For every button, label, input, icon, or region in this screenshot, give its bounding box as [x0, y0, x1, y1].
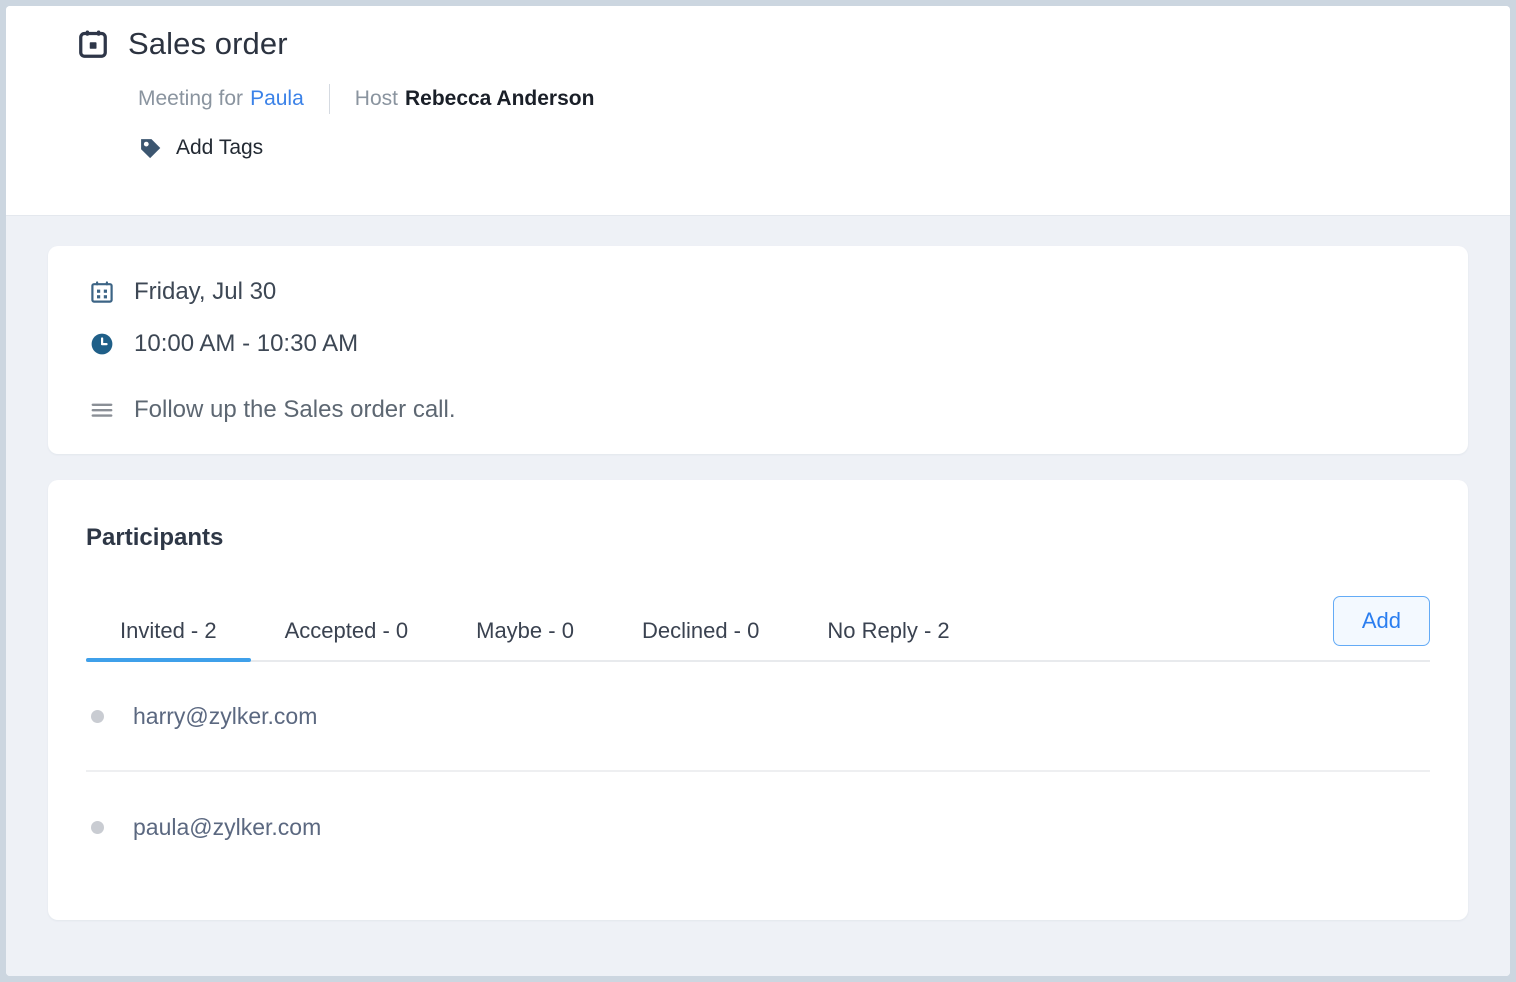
- participant-email[interactable]: harry@zylker.com: [133, 703, 317, 730]
- add-tags-label: Add Tags: [176, 136, 264, 159]
- page-title: Sales order: [128, 26, 288, 61]
- meeting-time: 10:00 AM - 10:30 AM: [134, 330, 359, 357]
- date-row: Friday, Jul 30: [48, 278, 1468, 306]
- status-dot: [91, 820, 104, 834]
- tab-maybe[interactable]: Maybe - 0: [442, 618, 608, 660]
- tag-icon: [141, 138, 161, 158]
- app-window: Sales order Meeting for Paula Host Rebec…: [6, 6, 1510, 976]
- page-header: Sales order Meeting for Paula Host Rebec…: [6, 6, 1510, 216]
- tab-declined[interactable]: Declined - 0: [608, 618, 793, 660]
- host-label: Host: [354, 87, 398, 110]
- participants-tabs: Invited - 2 Accepted - 0 Maybe - 0 Decli…: [86, 618, 1333, 662]
- meeting-description: Follow up the Sales order call.: [134, 396, 456, 423]
- description-row: Follow up the Sales order call.: [48, 396, 1468, 424]
- description-lines-icon: [91, 403, 113, 417]
- page-body: Friday, Jul 30 10:00 AM - 10:30 AM Follo…: [6, 216, 1510, 976]
- tab-invited[interactable]: Invited - 2: [86, 618, 251, 662]
- participants-tabs-row: Invited - 2 Accepted - 0 Maybe - 0 Decli…: [86, 596, 1430, 662]
- meeting-for-label: Meeting for: [138, 87, 244, 110]
- participant-row[interactable]: harry@zylker.com: [86, 662, 1430, 772]
- calendar-event-icon: [79, 30, 107, 58]
- meeting-details-card: Friday, Jul 30 10:00 AM - 10:30 AM Follo…: [48, 246, 1468, 454]
- add-participant-button[interactable]: Add: [1332, 596, 1430, 646]
- tab-no-reply[interactable]: No Reply - 2: [793, 618, 983, 660]
- participants-card: Participants Invited - 2 Accepted - 0 Ma…: [48, 480, 1468, 920]
- calendar-icon: [91, 281, 113, 303]
- meeting-meta-row: Meeting for Paula Host Rebecca Anderson: [6, 84, 1510, 114]
- clock-icon: [91, 333, 113, 355]
- participants-title: Participants: [86, 524, 224, 551]
- participant-email[interactable]: paula@zylker.com: [133, 814, 321, 841]
- participant-row[interactable]: paula@zylker.com: [86, 772, 1430, 882]
- title-row: Sales order: [6, 28, 1510, 59]
- time-row: 10:00 AM - 10:30 AM: [48, 330, 1468, 358]
- host-name: Rebecca Anderson: [404, 87, 595, 110]
- meta-divider: [328, 84, 330, 114]
- meeting-for-link[interactable]: Paula: [250, 87, 304, 111]
- meeting-date: Friday, Jul 30: [134, 278, 277, 305]
- tab-accepted[interactable]: Accepted - 0: [251, 618, 443, 660]
- status-dot: [91, 709, 104, 723]
- add-tags-button[interactable]: Add Tags: [6, 136, 1510, 160]
